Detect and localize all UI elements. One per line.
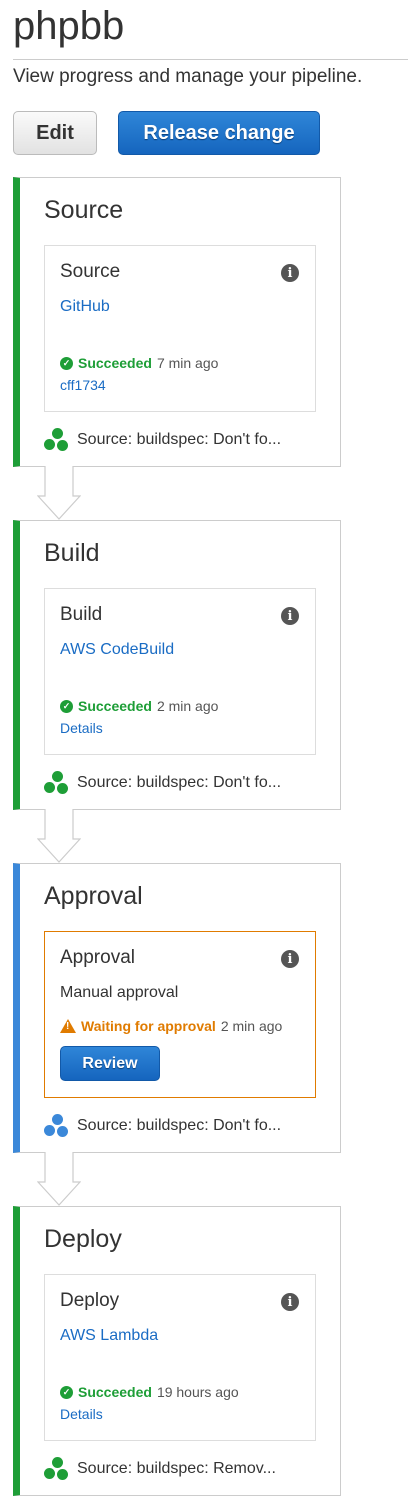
stage-deploy: Deploy Deploy i AWS Lambda ✓ Succeeded 1… (13, 1206, 341, 1496)
action-title: Approval (60, 947, 135, 968)
status-time: 19 hours ago (156, 1384, 239, 1400)
status-time: 2 min ago (156, 698, 219, 714)
divider (13, 59, 408, 60)
revision-summary: Source: buildspec: Remov... (77, 1460, 276, 1477)
revision-summary: Source: buildspec: Don't fo... (77, 1117, 282, 1134)
source-revision-icon (44, 771, 70, 795)
stage-footer[interactable]: Source: buildspec: Remov... (44, 1457, 276, 1481)
release-change-button[interactable]: Release change (118, 111, 320, 155)
check-circle-icon: ✓ (60, 1385, 73, 1399)
revision-summary: Source: buildspec: Don't fo... (77, 774, 282, 791)
source-revision-icon (44, 1114, 70, 1138)
stage-title: Build (44, 539, 100, 567)
status-time: 7 min ago (156, 355, 219, 371)
status-label: Succeeded (78, 698, 152, 714)
action-card: Deploy i AWS Lambda ✓ Succeeded 19 hours… (44, 1274, 316, 1441)
info-icon[interactable]: i (281, 607, 299, 625)
provider-label: Manual approval (60, 984, 179, 1001)
edit-button[interactable]: Edit (13, 111, 97, 155)
stage-footer[interactable]: Source: buildspec: Don't fo... (44, 771, 281, 795)
info-icon[interactable]: i (281, 950, 299, 968)
stage-source: Source Source i GitHub ✓ Succeeded 7 min… (13, 177, 341, 467)
action-status: ✓ Succeeded 7 min ago (60, 355, 218, 371)
details-link[interactable]: Details (60, 1406, 103, 1422)
action-status: ✓ Succeeded 2 min ago (60, 698, 218, 714)
provider-link[interactable]: AWS CodeBuild (60, 641, 174, 659)
details-link[interactable]: Details (60, 720, 103, 736)
action-status: ✓ Succeeded 19 hours ago (60, 1384, 239, 1400)
arrow-down-icon (37, 466, 81, 520)
source-revision-icon (44, 1457, 70, 1481)
status-time: 2 min ago (220, 1018, 283, 1034)
status-label: Succeeded (78, 355, 152, 371)
provider-link[interactable]: AWS Lambda (60, 1327, 158, 1345)
action-card: Source i GitHub ✓ Succeeded 7 min ago cf… (44, 245, 316, 412)
commit-link[interactable]: cff1734 (60, 377, 106, 393)
stage-title: Deploy (44, 1225, 122, 1253)
check-circle-icon: ✓ (60, 356, 73, 370)
action-title: Source (60, 261, 121, 282)
status-label: Waiting for approval (81, 1018, 216, 1034)
warning-icon: ! (60, 1019, 76, 1033)
stage-title: Source (44, 196, 124, 224)
arrow-down-icon (37, 1152, 81, 1206)
info-icon[interactable]: i (281, 1293, 299, 1311)
status-label: Succeeded (78, 1384, 152, 1400)
info-icon[interactable]: i (281, 264, 299, 282)
review-button[interactable]: Review (60, 1046, 160, 1081)
action-title: Deploy (60, 1290, 120, 1311)
revision-summary: Source: buildspec: Don't fo... (77, 431, 282, 448)
stage-approval: Approval Approval i Manual approval ! Wa… (13, 863, 341, 1153)
source-revision-icon (44, 428, 70, 452)
action-card: Approval i Manual approval ! Waiting for… (44, 931, 316, 1098)
stage-footer[interactable]: Source: buildspec: Don't fo... (44, 1114, 281, 1138)
stage-footer[interactable]: Source: buildspec: Don't fo... (44, 428, 281, 452)
page-title: phpbb (13, 4, 125, 48)
stage-build: Build Build i AWS CodeBuild ✓ Succeeded … (13, 520, 341, 810)
check-circle-icon: ✓ (60, 699, 73, 713)
stage-title: Approval (44, 882, 143, 910)
page-subtitle: View progress and manage your pipeline. (13, 66, 363, 87)
action-status: ! Waiting for approval 2 min ago (60, 1018, 282, 1034)
action-title: Build (60, 604, 103, 625)
action-card: Build i AWS CodeBuild ✓ Succeeded 2 min … (44, 588, 316, 755)
arrow-down-icon (37, 809, 81, 863)
provider-link[interactable]: GitHub (60, 298, 110, 316)
